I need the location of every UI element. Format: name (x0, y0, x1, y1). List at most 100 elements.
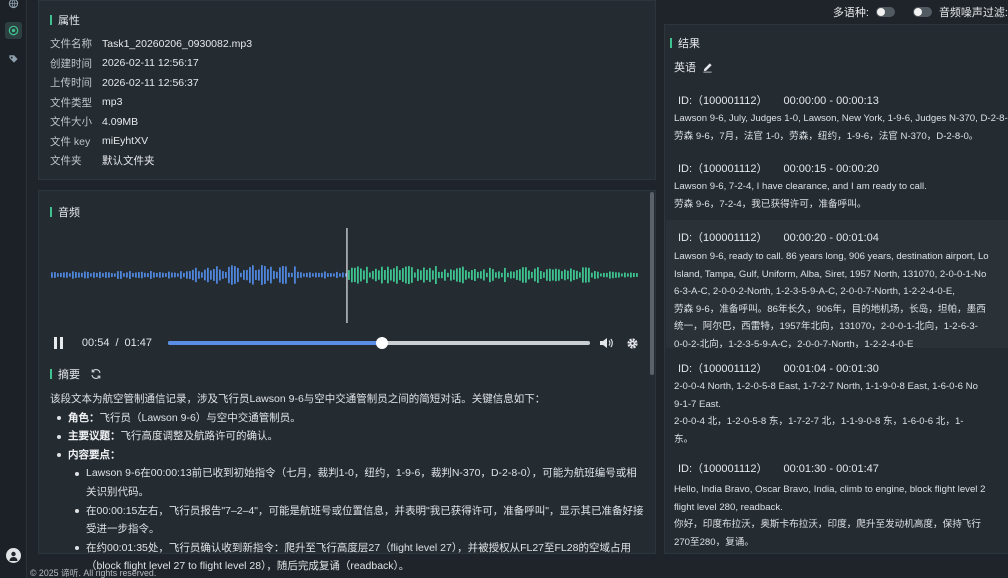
waveform-bar (87, 271, 89, 279)
summary-content: 该段文本为航空管制通信记录，涉及飞行员Lawson 9-6与空中交通管制员之间的… (50, 390, 644, 576)
pause-icon (53, 337, 63, 349)
waveform-bar (450, 269, 452, 281)
globe-icon[interactable] (5, 0, 22, 12)
summary-topic: 主要议题：飞行高度调整及航路许可的确认。 (50, 427, 644, 446)
summary-intro: 该段文本为航空管制通信记录，涉及飞行员Lawson 9-6与空中交通管制员之间的… (50, 393, 546, 405)
waveform-bar (321, 272, 323, 278)
waveform-bar (474, 269, 476, 281)
waveform-bar (156, 272, 158, 278)
result-segment[interactable]: ID:（100001112） 00:00:00 - 00:00:13 Lawson… (666, 84, 1008, 150)
waveform-bar (576, 270, 578, 280)
waveform-bar (390, 269, 392, 281)
waveform-bar (366, 266, 368, 284)
audio-file-icon[interactable] (5, 22, 22, 39)
waveform-bar (477, 271, 479, 279)
volume-button[interactable] (598, 335, 614, 351)
settings-button[interactable] (624, 335, 640, 351)
property-row: 上传时间 2026-02-11 12:56:37 (50, 76, 199, 90)
waveform-bar (132, 273, 134, 277)
audio-title: 音频 (50, 204, 80, 220)
waveform-bar (138, 272, 140, 278)
language-selector[interactable]: 英语 (674, 59, 713, 75)
tag-icon[interactable] (5, 50, 22, 67)
refresh-icon[interactable] (90, 368, 102, 380)
waveform-bar (618, 272, 620, 278)
waveform-bar (159, 272, 161, 278)
waveform-bar (213, 269, 215, 281)
waveform-bar (303, 273, 305, 277)
waveform-bar (351, 267, 353, 283)
left-scrollbar[interactable] (650, 192, 654, 375)
waveform-bar (432, 270, 434, 280)
waveform-bar (636, 273, 638, 277)
waveform-bar (504, 267, 506, 283)
property-row: 文件大小 4.09MB (50, 115, 139, 129)
waveform-bar (453, 270, 455, 280)
result-segment[interactable]: ID:（100001112） 00:01:30 - 00:01:47 Hello,… (666, 453, 1008, 554)
waveform-bar (405, 266, 407, 284)
waveform-bar (258, 269, 260, 281)
summary-points-heading: 内容要点： (50, 446, 644, 465)
waveform-bar (402, 268, 404, 282)
summary-point: 在00:00:15左右，飞行员报告"7–2–4"，可能是航班号或位置信息，并表明… (50, 502, 644, 539)
result-segment[interactable]: ID:（100001112） 00:01:04 - 00:01:30 2-0-0-… (666, 352, 1008, 452)
noise-filter-label: 音频噪声过滤: (938, 7, 1008, 19)
left-nav-rail (0, 0, 27, 578)
waveform-bar (93, 272, 95, 278)
multilang-toggle[interactable] (875, 7, 895, 17)
waveform-bar (252, 265, 254, 285)
waveform-bar (192, 269, 194, 281)
audio-waveform[interactable] (50, 228, 638, 323)
seek-handle[interactable] (376, 337, 389, 349)
summary-point: Lawson 9-6在00:00:13前已收到初始指令（七月，裁判1-0，纽约，… (50, 464, 644, 501)
waveform-bar (126, 272, 128, 278)
pause-button[interactable] (50, 334, 68, 352)
waveform-bar (540, 271, 542, 279)
waveform-bar (333, 273, 335, 277)
waveform-bar (471, 270, 473, 280)
waveform-bar (621, 273, 623, 277)
waveform-bar (189, 271, 191, 279)
waveform-bar (117, 271, 119, 279)
result-segment[interactable]: ID:（100001112） 00:00:15 - 00:00:20 Lawson… (666, 152, 1008, 218)
seek-slider[interactable] (168, 337, 591, 349)
file-type-value: mp3 (102, 96, 123, 109)
waveform-bar (96, 272, 98, 278)
waveform-bar (558, 269, 560, 281)
waveform-bar (594, 271, 596, 279)
user-avatar[interactable] (6, 548, 21, 563)
properties-list: 文件名称 Task1_20260206_0930082.mp3 创建时间 2026-… (50, 34, 252, 171)
waveform-bar (459, 267, 461, 283)
waveform-bar (381, 266, 383, 284)
multilang-label: 多语种: (832, 7, 869, 19)
waveform-bar (354, 267, 356, 283)
footer-copyright: © 2025 谛听. All rights reserved. (30, 568, 157, 578)
waveform-bar (327, 273, 329, 277)
waveform-bar (291, 272, 293, 278)
waveform-bar (360, 268, 362, 282)
waveform-bar (69, 273, 71, 277)
waveform-bar (519, 269, 521, 281)
waveform-bar (543, 272, 545, 278)
waveform-bar (612, 271, 614, 279)
waveform-bar (417, 269, 419, 281)
noise-filter-toggle[interactable] (912, 7, 932, 17)
waveform-bar (585, 267, 587, 283)
result-segment-active[interactable]: ID:（100001112） 00:00:20 - 00:01:04 Lawson… (666, 220, 1008, 348)
edit-pencil-icon[interactable] (702, 62, 713, 73)
waveform-bar (114, 273, 116, 277)
folder-value: 默认文件夹 (102, 155, 155, 168)
waveform-bar (300, 272, 302, 278)
waveform-bar (363, 270, 365, 280)
waveform-bar (171, 272, 173, 278)
waveform-bar (501, 272, 503, 278)
waveform-bar (276, 271, 278, 279)
waveform-bar (183, 272, 185, 278)
waveform-bar (330, 273, 332, 277)
waveform-bar (633, 273, 635, 278)
waveform-bar (51, 272, 53, 278)
waveform-bar (237, 267, 239, 283)
waveform-bar (399, 270, 401, 280)
waveform-bar (606, 272, 608, 278)
waveform-bar (372, 270, 374, 280)
